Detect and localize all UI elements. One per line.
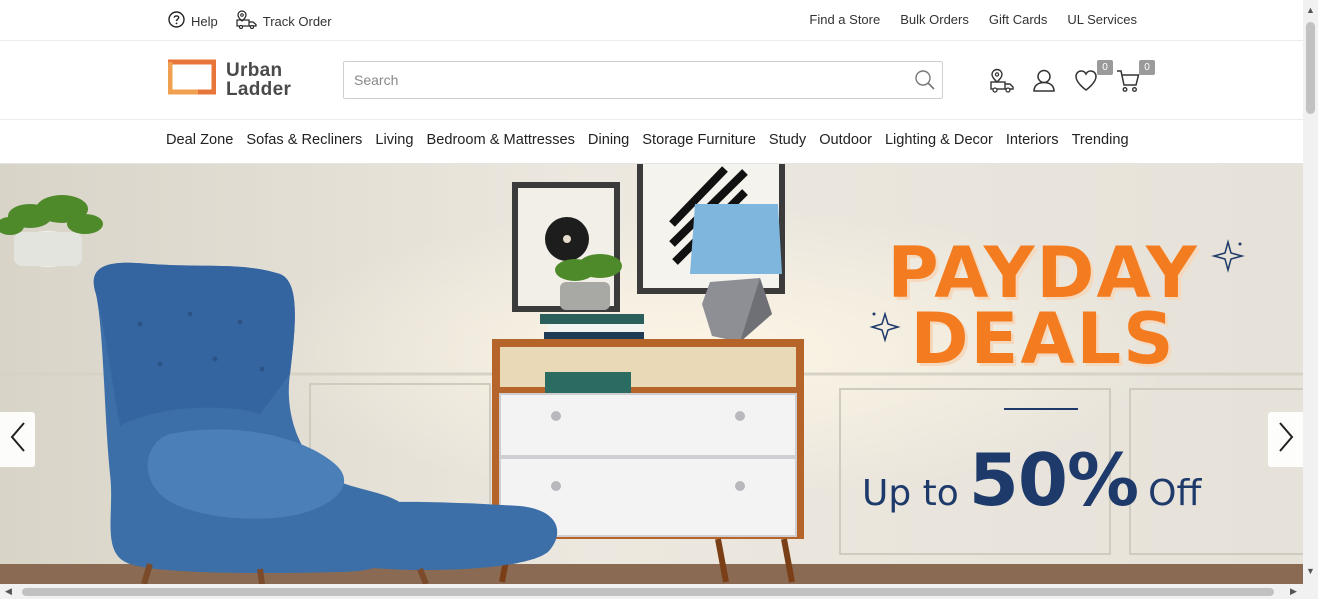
track-order-link[interactable]: Track Order [236,10,332,32]
category-nav: Deal Zone Sofas & Recliners Living Bedro… [0,120,1303,164]
search-input[interactable] [354,62,894,98]
nav-item-outdoor[interactable]: Outdoor [819,132,872,148]
find-store-link[interactable]: Find a Store [809,12,880,27]
bulk-orders-link[interactable]: Bulk Orders [900,12,969,27]
gift-cards-link[interactable]: Gift Cards [989,12,1048,27]
scroll-right-icon[interactable]: ▶ [1290,586,1297,597]
promo-divider [1004,408,1078,410]
account-button[interactable] [1031,68,1057,94]
scroll-down-icon[interactable]: ▼ [1306,567,1315,576]
top-utility-bar: Help Track Order Find a Store Bulk Order… [0,0,1303,41]
promo-title: PAYDAY DEALS [858,232,1228,380]
logo-line-1: Urban [226,59,283,81]
page: Help Track Order Find a Store Bulk Order… [0,0,1318,599]
wishlist-count-badge: 0 [1097,60,1113,75]
heart-icon [1073,70,1099,98]
cart-button[interactable]: 0 [1115,60,1155,94]
nav-item-living[interactable]: Living [375,132,413,148]
nav-item-trending[interactable]: Trending [1072,132,1129,148]
track-order-label: Track Order [262,13,332,29]
nav-item-study[interactable]: Study [769,132,806,148]
nav-item-storage-furniture[interactable]: Storage Furniture [642,132,756,148]
offer-value: 50% [968,438,1139,522]
chevron-right-icon [1277,421,1295,458]
vertical-scroll-thumb[interactable] [1306,22,1315,114]
scroll-left-icon[interactable]: ◀ [5,586,12,597]
truck-icon [236,10,257,32]
header-icons: 0 0 [989,60,1155,94]
vertical-scrollbar[interactable]: ▲ ▼ [1303,0,1318,599]
ul-services-link[interactable]: UL Services [1067,12,1137,27]
store-locator-button[interactable] [989,68,1015,94]
urban-ladder-logo[interactable]: Urban Ladder [167,59,291,100]
cart-count-badge: 0 [1139,60,1155,75]
nav-item-interiors[interactable]: Interiors [1006,132,1059,148]
chevron-left-icon [9,421,27,458]
promo-offer: Up to 50% Off [862,438,1201,522]
search-box [343,61,943,99]
offer-suffix: Off [1148,473,1202,514]
nav-item-bedroom-mattresses[interactable]: Bedroom & Mattresses [426,132,574,148]
logo-mark-icon [167,59,217,100]
logo-line-2: Ladder [226,78,292,100]
promo-title-line-2: DEALS [910,298,1176,380]
hero-banner[interactable]: PAYDAY DEALS Up to 50% Off [0,164,1303,584]
scroll-up-icon[interactable]: ▲ [1306,6,1315,15]
question-circle-icon [168,11,185,31]
nav-item-dining[interactable]: Dining [588,132,629,148]
carousel-next-button[interactable] [1268,412,1303,467]
horizontal-scrollbar[interactable]: ◀ ▶ [0,584,1303,599]
help-label: Help [191,13,218,29]
nav-item-deal-zone[interactable]: Deal Zone [166,132,233,148]
carousel-prev-button[interactable] [0,412,35,467]
horizontal-scroll-thumb[interactable] [22,588,1274,596]
logo-wordmark: Urban Ladder [226,61,291,99]
promo-title-line-1: PAYDAY [887,232,1199,314]
nav-item-sofas-recliners[interactable]: Sofas & Recliners [246,132,362,148]
magnifier-icon[interactable] [914,69,936,96]
main-header: Urban Ladder Search 0 0 [0,41,1303,120]
cart-icon [1115,70,1141,98]
wishlist-button[interactable]: 0 [1073,60,1113,94]
user-icon [1031,69,1057,98]
help-link[interactable]: Help [168,11,218,31]
store-location-icon [989,68,1015,98]
nav-item-lighting-decor[interactable]: Lighting & Decor [885,132,993,148]
offer-prefix: Up to [862,473,959,514]
